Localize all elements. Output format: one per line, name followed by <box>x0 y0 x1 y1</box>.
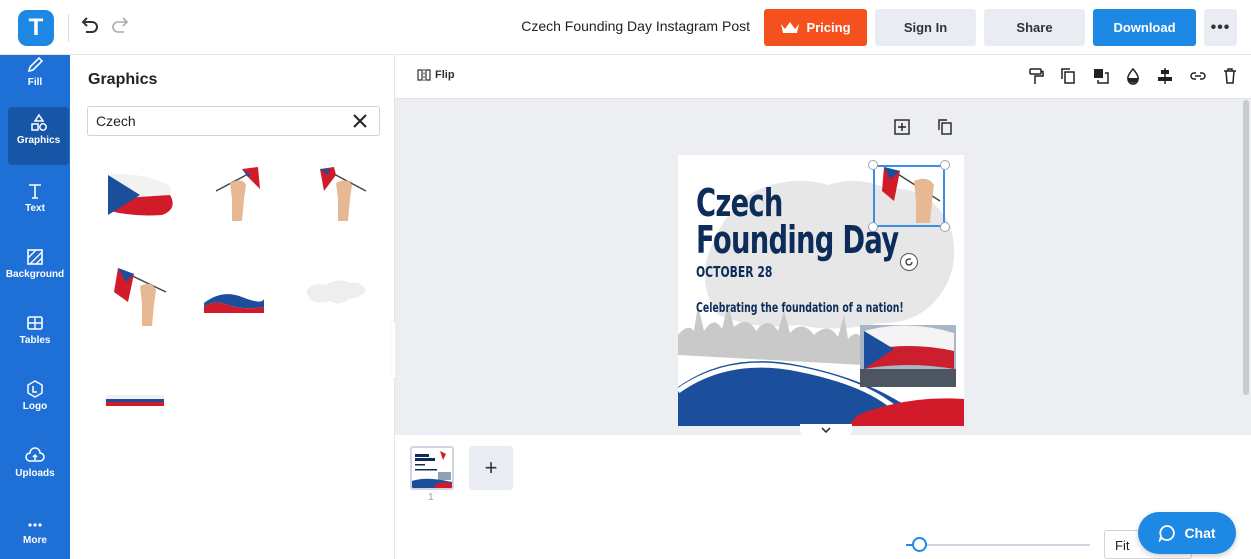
redo-icon[interactable] <box>110 15 132 37</box>
resize-handle[interactable] <box>868 160 878 170</box>
zoom-slider-handle[interactable] <box>912 537 927 552</box>
layer-icon[interactable] <box>1092 67 1110 85</box>
sidebar-item-label: Background <box>5 269 65 280</box>
flip-button[interactable]: Flip <box>417 68 455 82</box>
chat-bubble-icon <box>1159 525 1176 542</box>
copy-page-icon[interactable] <box>936 118 954 136</box>
align-icon[interactable] <box>1156 67 1174 85</box>
editor-scrollbar[interactable] <box>1243 100 1249 395</box>
chat-label: Chat <box>1184 525 1216 541</box>
table-icon <box>27 316 43 330</box>
flip-label: Flip <box>435 69 455 81</box>
sidebar-item-label: More <box>23 535 47 546</box>
paint-roller-icon[interactable] <box>1027 67 1045 85</box>
page-number: 1 <box>428 492 434 503</box>
chat-button[interactable]: Chat <box>1138 512 1236 554</box>
add-element-icon[interactable] <box>893 118 911 136</box>
editor-toolbar: Flip <box>395 55 1251 99</box>
sidebar-item-label: Text <box>25 203 45 214</box>
sidebar-item-graphics[interactable]: Graphics <box>8 107 69 165</box>
sidebar-item-tables[interactable]: Tables <box>0 307 70 365</box>
graphic-hand-holding-flag-mirrored[interactable] <box>300 163 380 233</box>
download-button[interactable]: Download <box>1093 9 1196 46</box>
sidebar-item-label: Uploads <box>15 468 55 479</box>
sidebar-item-fill[interactable]: Fill <box>0 49 70 107</box>
resize-handle[interactable] <box>940 160 950 170</box>
resize-handle[interactable] <box>940 222 950 232</box>
sidebar-item-label: Tables <box>19 335 51 346</box>
top-bar: T Czech Founding Day Instagram Post Pric… <box>0 0 1251 55</box>
duplicate-icon[interactable] <box>1059 67 1077 85</box>
more-options-button[interactable]: ••• <box>1204 9 1237 46</box>
sidebar-item-label: Logo <box>22 401 48 412</box>
logo-icon <box>27 380 43 398</box>
opacity-icon[interactable] <box>1124 67 1142 85</box>
sidebar-item-logo[interactable]: Logo <box>0 373 70 431</box>
divider <box>68 14 69 42</box>
sidebar-item-label: Fill <box>27 77 43 88</box>
sidebar-item-uploads[interactable]: Uploads <box>0 440 70 498</box>
pricing-label: Pricing <box>806 20 851 35</box>
shapes-icon <box>30 113 47 131</box>
search-input[interactable] <box>87 106 380 136</box>
graphic-czech-map-silhouette[interactable] <box>300 265 380 335</box>
rotate-icon <box>905 258 913 266</box>
graphic-hand-holding-flag[interactable] <box>202 163 282 233</box>
text-icon <box>29 184 41 199</box>
background-icon <box>27 249 43 265</box>
design-date[interactable]: OCTOBER 28 <box>696 263 772 281</box>
sidebar-item-label: Graphics <box>16 135 61 146</box>
sign-in-button[interactable]: Sign In <box>875 9 976 46</box>
close-icon[interactable] <box>350 111 370 131</box>
undo-icon[interactable] <box>78 15 100 37</box>
design-tagline[interactable]: Celebrating the foundation of a nation! <box>696 301 904 316</box>
cloud-upload-icon <box>25 447 45 462</box>
flip-icon <box>417 69 431 81</box>
document-title[interactable]: Czech Founding Day Instagram Post <box>480 18 750 34</box>
panel-title: Graphics <box>88 71 158 88</box>
link-icon[interactable] <box>1189 67 1207 85</box>
rotate-handle[interactable] <box>900 253 918 271</box>
chevron-down-icon <box>821 427 831 433</box>
page-thumbnail-preview <box>412 448 452 488</box>
graphic-flag-stripe[interactable] <box>104 365 184 435</box>
graphic-czech-flag-brush[interactable] <box>104 165 184 235</box>
sidebar-item-background[interactable]: Background <box>0 241 70 299</box>
share-button[interactable]: Share <box>984 9 1085 46</box>
pricing-button[interactable]: Pricing <box>764 9 867 46</box>
resize-handle[interactable] <box>868 222 878 232</box>
graphic-wave-stripe[interactable] <box>202 267 282 337</box>
pencil-icon <box>27 56 44 73</box>
selection-box[interactable] <box>873 165 945 227</box>
sidebar: Fill Graphics Text Background Tables Log… <box>0 55 70 559</box>
sidebar-item-text[interactable]: Text <box>0 175 70 233</box>
photo-crowd <box>860 369 956 387</box>
crown-icon <box>781 21 800 33</box>
sidebar-item-more[interactable]: More <box>0 507 70 559</box>
more-dots-icon <box>28 523 42 527</box>
zoom-slider-track[interactable] <box>906 544 1090 546</box>
app-logo[interactable]: T <box>18 10 54 46</box>
page-thumbnail[interactable] <box>410 446 454 490</box>
add-page-button[interactable]: + <box>469 446 513 490</box>
design-canvas[interactable]: Czech Founding Day OCTOBER 28 Celebratin… <box>678 155 964 426</box>
graphics-panel: Graphics <box>70 55 395 559</box>
graphic-hand-waving-flag[interactable] <box>104 260 184 330</box>
trash-icon[interactable] <box>1221 67 1239 85</box>
